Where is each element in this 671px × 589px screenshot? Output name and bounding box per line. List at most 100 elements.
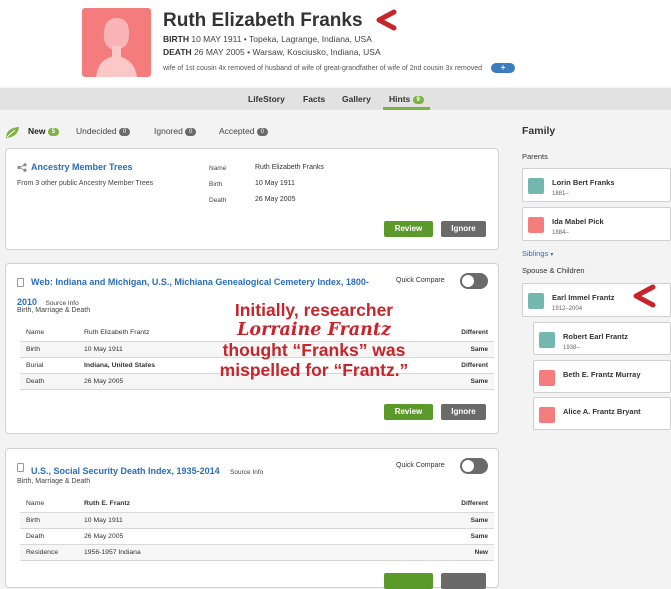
person-name: Alice A. Frantz Bryant bbox=[563, 407, 641, 416]
quick-compare-label: Quick Compare bbox=[396, 277, 445, 284]
parents-label: Parents bbox=[522, 152, 548, 161]
person-card-mother[interactable]: Ida Mabel Pick 1884– bbox=[522, 207, 671, 241]
person-name: Ruth Elizabeth Franks bbox=[163, 10, 363, 31]
share-tree-icon bbox=[17, 163, 27, 172]
person-name: Robert Earl Frantz bbox=[563, 332, 629, 341]
field-value: Ruth Elizabeth Franks bbox=[255, 164, 324, 171]
person-name: Lorin Bert Franks bbox=[552, 178, 615, 187]
person-tabs: LifeStory Facts Gallery Hints 9 bbox=[0, 88, 671, 110]
row-value: Ruth E. Frantz bbox=[78, 496, 336, 513]
ignored-count-badge: 0 bbox=[185, 127, 197, 136]
table-row: Birth 10 May 1911 Same bbox=[20, 512, 494, 529]
subtab-accepted[interactable]: Accepted 0 bbox=[219, 126, 268, 136]
person-card-child[interactable]: Beth E. Frantz Murray bbox=[533, 360, 671, 393]
hint-title-line: U.S., Social Security Death Index, 1935-… bbox=[31, 461, 263, 479]
subtab-ignored[interactable]: Ignored 0 bbox=[154, 126, 197, 136]
hints-count-badge: 9 bbox=[412, 95, 424, 104]
subtab-new-label: New bbox=[28, 126, 46, 136]
quick-compare-toggle[interactable] bbox=[460, 273, 488, 289]
row-status: New bbox=[335, 544, 494, 561]
death-value: 26 MAY 2005 • Warsaw, Kosciusko, Indiana… bbox=[194, 47, 381, 57]
annotation-line: thought “Franks” was bbox=[222, 340, 406, 360]
siblings-label: Siblings bbox=[522, 249, 549, 258]
row-label: Name bbox=[20, 325, 78, 342]
death-label: DEATH bbox=[163, 47, 192, 57]
annotation-line: Initially, researcher bbox=[234, 300, 394, 320]
field-label: Name bbox=[209, 165, 227, 172]
row-label: Birth bbox=[20, 512, 78, 529]
source-info-link[interactable]: Source Info bbox=[45, 300, 78, 307]
person-card-father[interactable]: Lorin Bert Franks 1881– bbox=[522, 168, 671, 202]
source-info-link[interactable]: Source Info bbox=[230, 469, 263, 476]
hint-card-ssdi: U.S., Social Security Death Index, 1935-… bbox=[5, 448, 499, 589]
review-button[interactable] bbox=[384, 573, 433, 589]
person-dates: 1912–2004 bbox=[552, 306, 583, 312]
row-status: Same bbox=[335, 528, 494, 545]
female-avatar-icon bbox=[539, 407, 555, 423]
red-chevron-annotation-icon bbox=[633, 284, 656, 308]
person-dates: 1881– bbox=[552, 191, 569, 197]
person-name: Beth E. Frantz Murray bbox=[563, 370, 641, 379]
field-value: 10 May 1911 bbox=[255, 180, 295, 187]
hint-title[interactable]: U.S., Social Security Death Index, 1935-… bbox=[31, 466, 220, 476]
hint-subtitle: Birth, Marriage & Death bbox=[17, 478, 91, 485]
table-row: Name Ruth E. Frantz Different bbox=[20, 496, 494, 513]
subtab-ignored-label: Ignored bbox=[154, 126, 183, 136]
siblings-toggle[interactable]: Siblings ▾ bbox=[522, 249, 553, 258]
relationship-expand-button[interactable]: + bbox=[491, 63, 516, 73]
person-dates: 1884– bbox=[552, 230, 569, 236]
row-status: Same bbox=[335, 512, 494, 529]
hint-title[interactable]: Ancestry Member Trees bbox=[31, 162, 133, 172]
person-header: Ruth Elizabeth Franks BIRTH 10 MAY 1911 … bbox=[0, 0, 671, 87]
researcher-annotation: Initially, researcher Lorraine Frantz th… bbox=[196, 300, 432, 380]
person-dates: 1938– bbox=[563, 345, 580, 351]
tab-gallery[interactable]: Gallery bbox=[342, 94, 371, 104]
row-value: 1956-1957 Indiana bbox=[78, 544, 336, 561]
male-avatar-icon bbox=[528, 293, 544, 309]
document-icon bbox=[17, 463, 24, 472]
ignore-button[interactable]: Ignore bbox=[441, 221, 486, 237]
hint-title-cont[interactable]: 2010 bbox=[17, 297, 37, 307]
active-tab-indicator bbox=[383, 107, 430, 110]
person-name: Ida Mabel Pick bbox=[552, 217, 604, 226]
tab-facts[interactable]: Facts bbox=[303, 94, 325, 104]
row-label: Birth bbox=[20, 341, 78, 358]
row-label: Residence bbox=[20, 544, 78, 561]
birth-line: BIRTH 10 MAY 1911 • Topeka, Lagrange, In… bbox=[163, 34, 372, 44]
subtab-undecided[interactable]: Undecided 0 bbox=[76, 126, 131, 136]
ignore-button[interactable]: Ignore bbox=[441, 404, 486, 420]
row-value: 10 May 1911 bbox=[78, 512, 336, 529]
row-label: Death bbox=[20, 528, 78, 545]
female-avatar-icon bbox=[539, 370, 555, 386]
field-value: 26 May 2005 bbox=[255, 196, 296, 203]
death-line: DEATH 26 MAY 2005 • Warsaw, Kosciusko, I… bbox=[163, 47, 381, 57]
hint-filter-tabs: New 5 Undecided 0 Ignored 0 Accepted 0 bbox=[0, 124, 500, 140]
table-row: Residence 1956-1957 Indiana New bbox=[20, 544, 494, 561]
tab-hints[interactable]: Hints 9 bbox=[389, 94, 424, 104]
birth-value: 10 MAY 1911 • Topeka, Lagrange, Indiana,… bbox=[191, 34, 372, 44]
hint-title[interactable]: Web: Indiana and Michigan, U.S., Michian… bbox=[31, 277, 369, 287]
female-silhouette-icon bbox=[96, 18, 137, 77]
female-avatar-icon bbox=[528, 217, 544, 233]
review-button[interactable]: Review bbox=[384, 404, 433, 420]
person-name: Earl Immel Frantz bbox=[552, 293, 615, 302]
tab-lifestory[interactable]: LifeStory bbox=[248, 94, 285, 104]
subtab-undecided-label: Undecided bbox=[76, 126, 117, 136]
person-card-child[interactable]: Robert Earl Frantz 1938– bbox=[533, 322, 671, 355]
field-label: Birth bbox=[209, 181, 223, 188]
subtab-new[interactable]: New 5 bbox=[28, 126, 59, 136]
row-label: Death bbox=[20, 373, 78, 390]
row-status: Different bbox=[335, 496, 494, 513]
review-button[interactable]: Review bbox=[384, 221, 433, 237]
row-label: Name bbox=[20, 496, 78, 513]
person-card-child[interactable]: Alice A. Frantz Bryant bbox=[533, 397, 671, 430]
annotation-line: Lorraine Frantz bbox=[237, 320, 391, 340]
row-value: 26 May 2005 bbox=[78, 528, 336, 545]
tab-hints-label: Hints bbox=[389, 94, 411, 104]
person-avatar[interactable] bbox=[82, 8, 151, 77]
field-label: Death bbox=[209, 197, 227, 204]
accepted-count-badge: 0 bbox=[256, 127, 268, 136]
ignore-button[interactable] bbox=[441, 573, 486, 589]
relationship-text: wife of 1st cousin 4x removed of husband… bbox=[163, 64, 483, 72]
quick-compare-toggle[interactable] bbox=[460, 458, 488, 474]
